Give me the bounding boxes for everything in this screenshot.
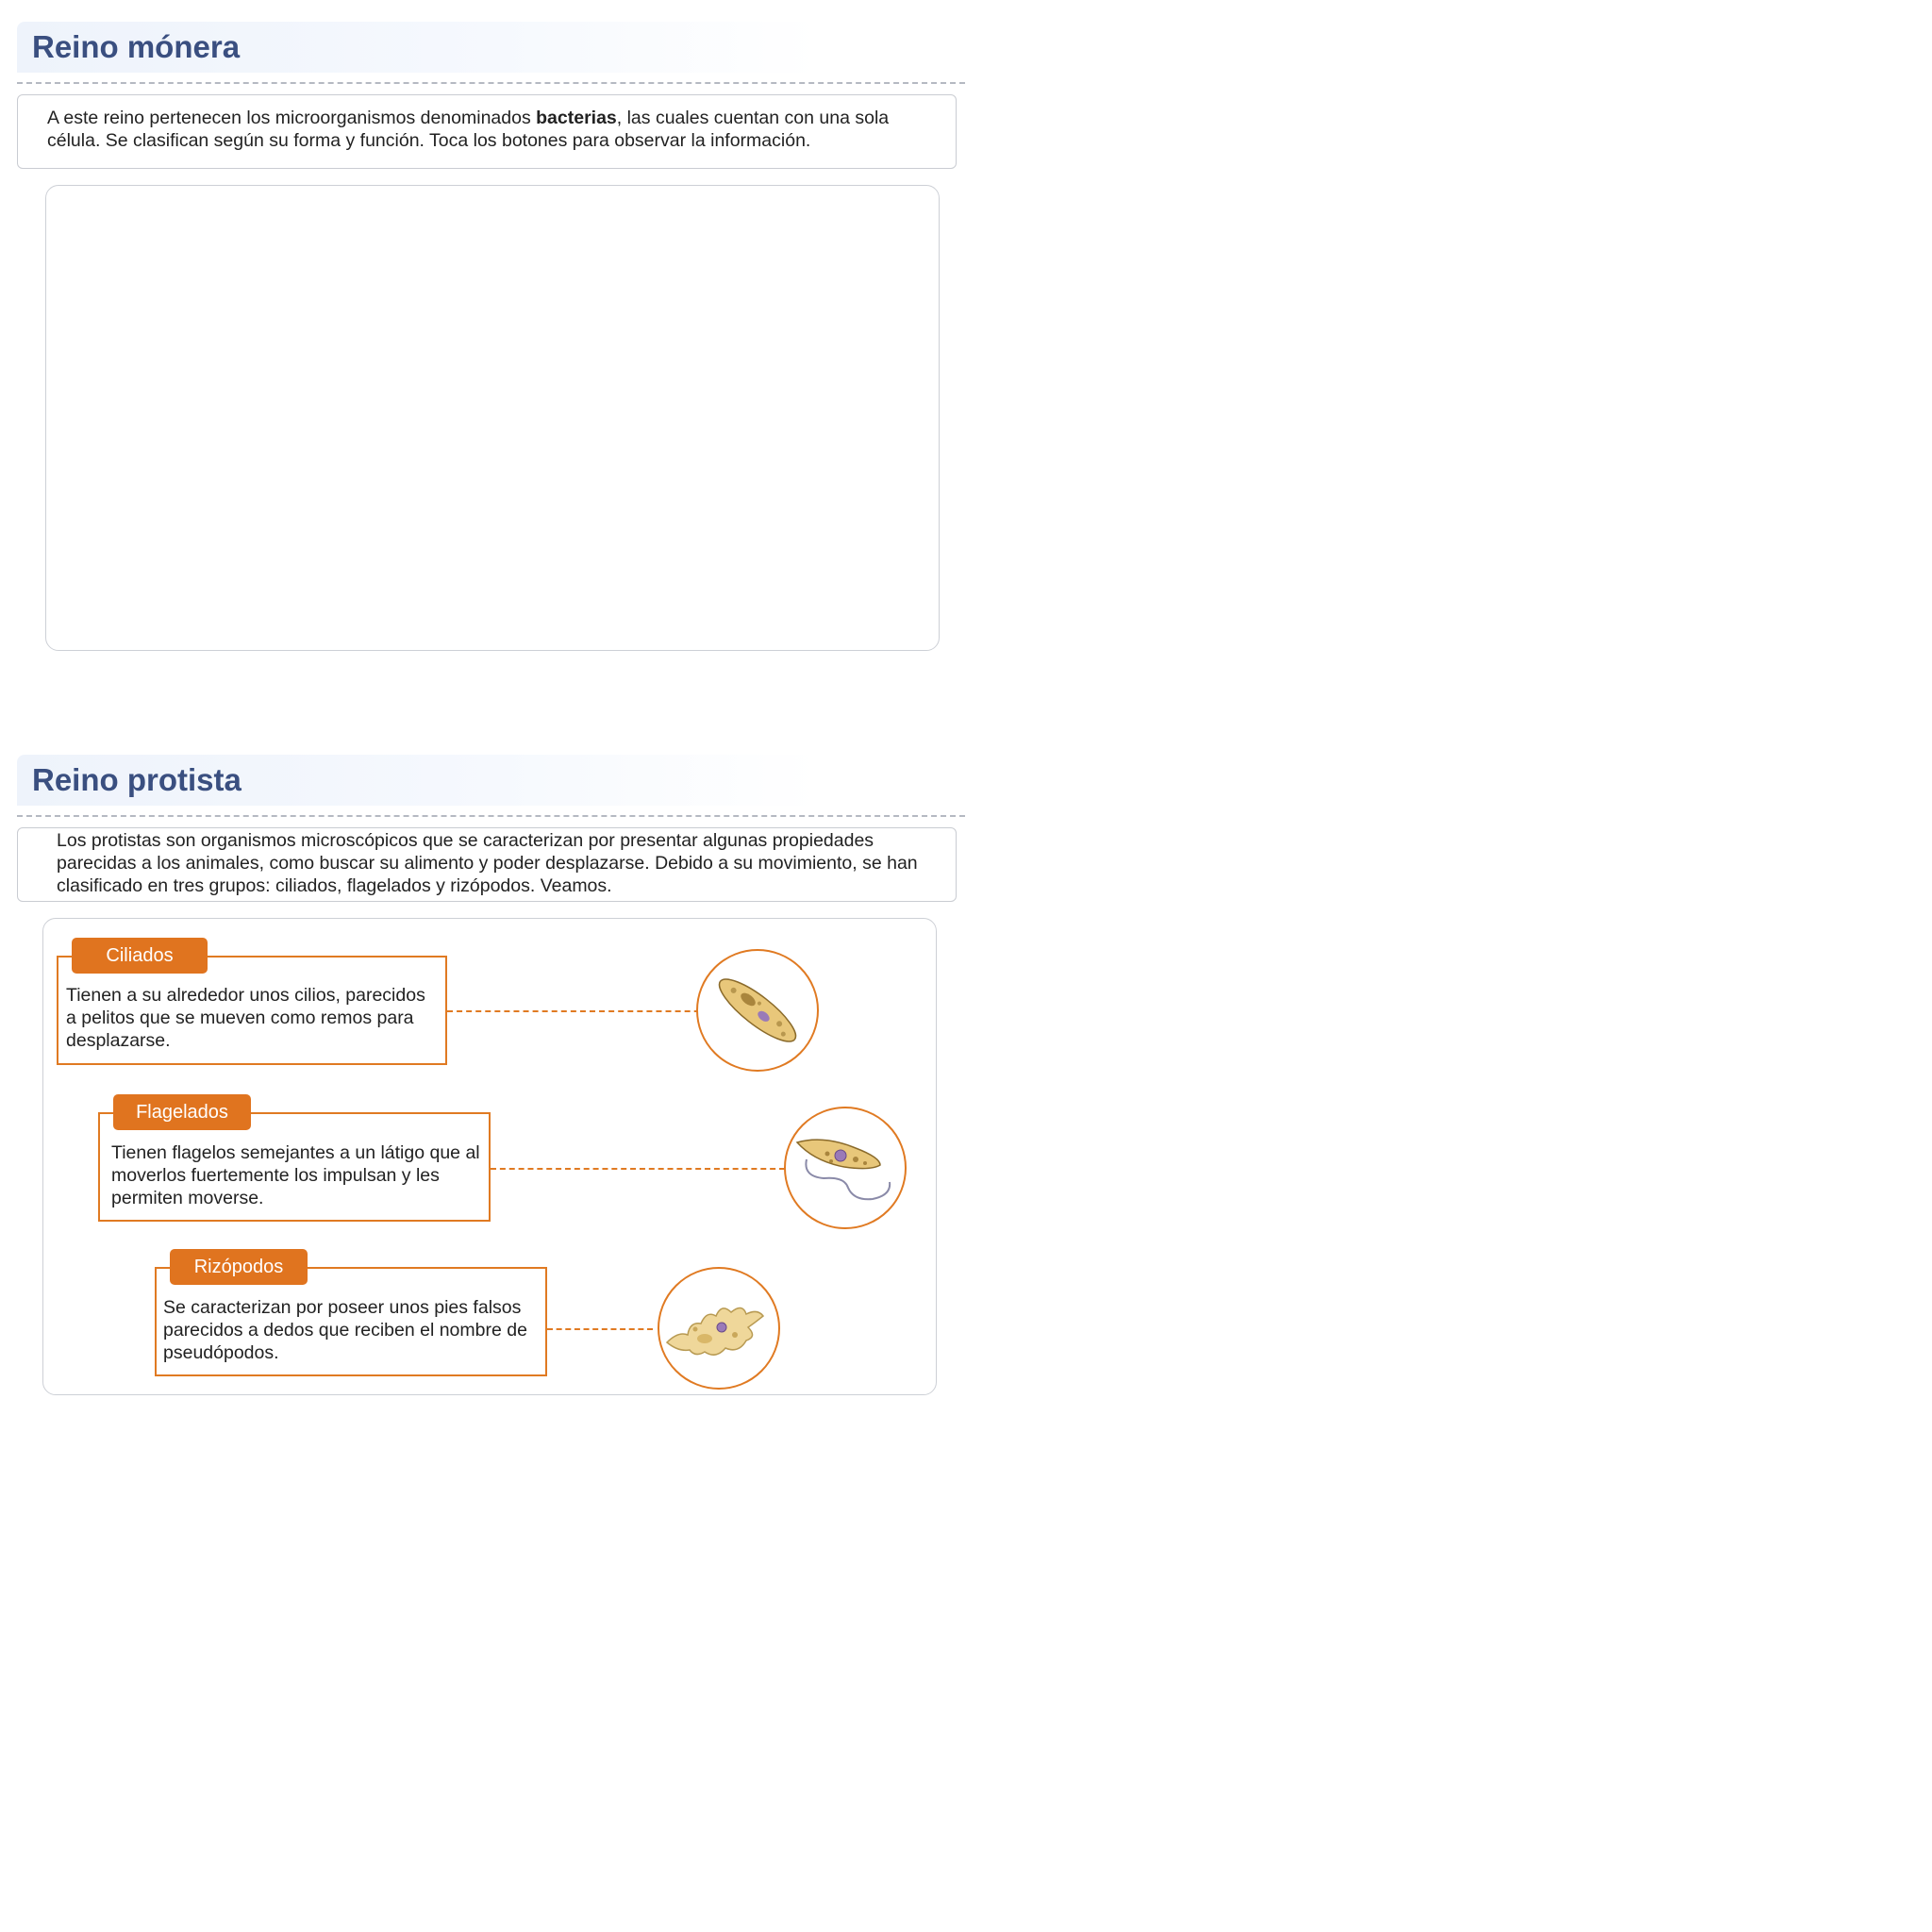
monera-divider: [17, 82, 965, 84]
protista-title: Reino protista: [32, 762, 242, 797]
flagellate-icon: [795, 1139, 891, 1201]
amoeba-icon: [665, 1307, 765, 1356]
protista-divider: [17, 815, 965, 817]
flagelados-connector: [491, 1168, 785, 1170]
monera-intro-box: A este reino pertenecen los microorganis…: [17, 94, 957, 169]
rizopodos-image-circle[interactable]: [658, 1267, 780, 1390]
ciliados-description: Tienen a su alrededor unos cilios, parec…: [66, 985, 425, 1051]
monera-title: Reino mónera: [32, 29, 241, 64]
flagelados-image-circle[interactable]: [784, 1107, 907, 1229]
monera-intro-text: A este reino pertenecen los microorganis…: [47, 107, 927, 152]
ciliate-icon: [718, 978, 797, 1042]
protista-section-header: Reino protista: [17, 755, 819, 806]
monera-interactive-panel[interactable]: [45, 185, 940, 651]
flagelados-description: Tienen flagelos semejantes a un látigo q…: [111, 1142, 480, 1208]
flagelados-button[interactable]: Flagelados: [113, 1094, 251, 1130]
ciliados-image-circle[interactable]: [696, 949, 819, 1072]
monera-intro-before: A este reino pertenecen los microorganis…: [47, 108, 537, 128]
protista-groups-panel: Tienen a su alrededor unos cilios, parec…: [42, 918, 937, 1395]
monera-intro-bold: bacterias: [536, 108, 617, 128]
protista-intro-box: Los protistas son organismos microscópic…: [17, 827, 957, 902]
rizopodos-connector: [547, 1328, 653, 1330]
monera-section-header: Reino mónera: [17, 22, 819, 73]
ciliados-connector: [447, 1010, 738, 1012]
rizopodos-button[interactable]: Rizópodos: [170, 1249, 308, 1285]
protista-intro-text: Los protistas son organismos microscópic…: [57, 830, 918, 896]
ciliados-button[interactable]: Ciliados: [72, 938, 208, 974]
rizopodos-description: Se caracterizan por poseer unos pies fal…: [163, 1297, 527, 1363]
